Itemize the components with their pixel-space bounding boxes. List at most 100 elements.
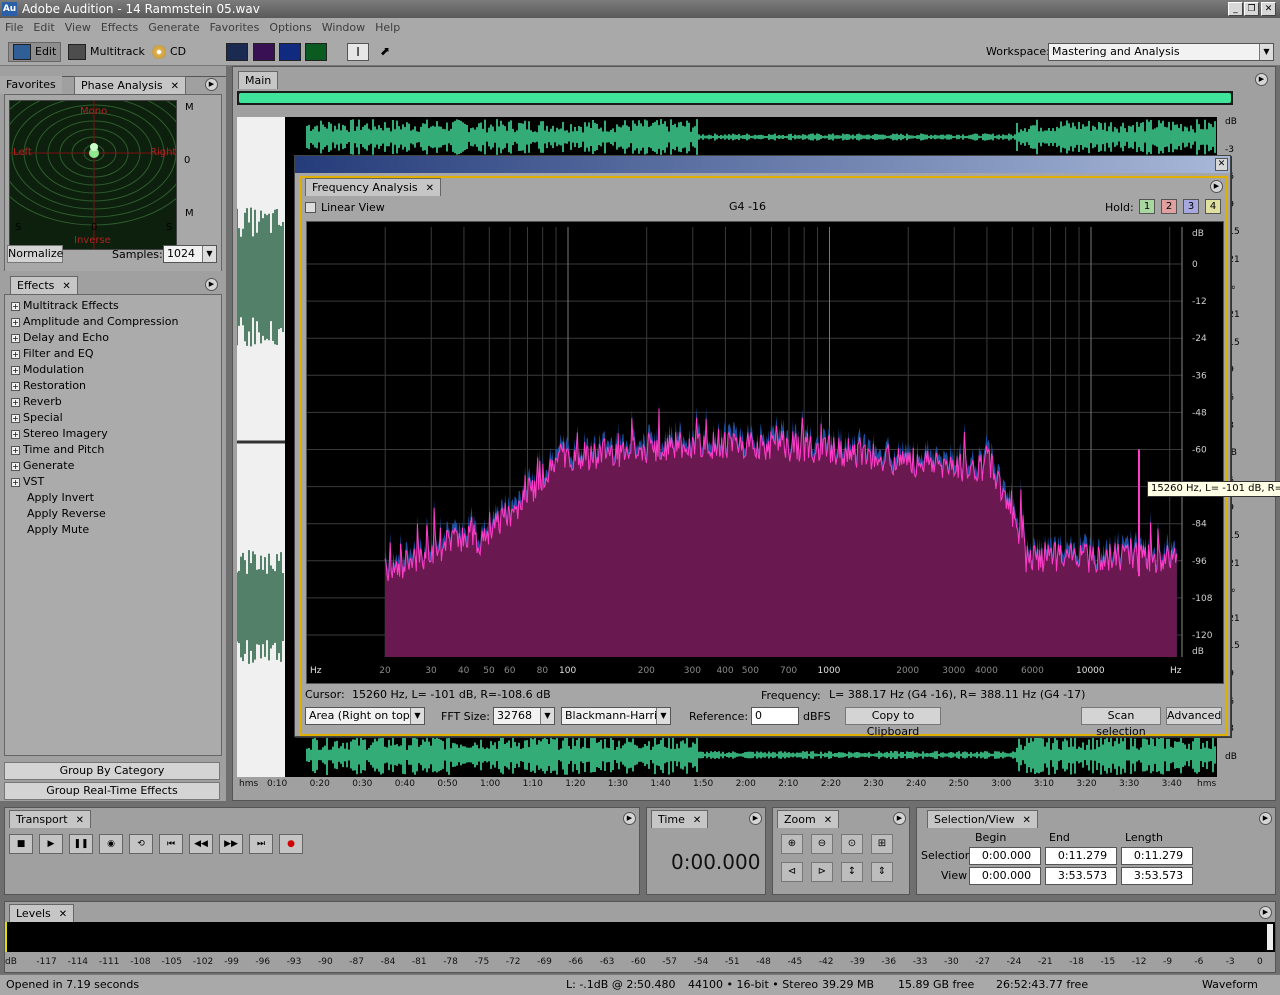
effects-group[interactable]: + Generate (5, 458, 221, 474)
zoom-out-vertical-icon[interactable]: ⇕ (871, 862, 893, 882)
normalize-button[interactable]: Normalize (7, 245, 63, 263)
advanced-button[interactable]: Advanced (1166, 707, 1222, 725)
pause-button[interactable]: ❚❚ (69, 834, 93, 854)
expand-icon[interactable]: + (11, 333, 20, 343)
close-icon[interactable]: ✕ (824, 815, 832, 826)
menu-edit[interactable]: Edit (28, 18, 59, 37)
hold-4-button[interactable]: 4 (1205, 199, 1221, 214)
effects-group[interactable]: + Reverb (5, 394, 221, 410)
tab-favorites[interactable]: Favorites (0, 76, 62, 94)
selection-end-field[interactable]: 0:11.279 (1045, 847, 1117, 865)
close-icon[interactable]: ✕ (1023, 815, 1031, 826)
expand-icon[interactable]: + (11, 381, 20, 391)
effects-group[interactable]: + Time and Pitch (5, 442, 221, 458)
effects-item[interactable]: Apply Mute (27, 522, 221, 538)
record-button[interactable]: ● (279, 834, 303, 854)
close-icon[interactable]: ✕ (426, 183, 434, 194)
tab-frequency-analysis[interactable]: Frequency Analysis ✕ (305, 178, 442, 196)
expand-icon[interactable]: + (11, 477, 20, 487)
menu-file[interactable]: File (0, 18, 28, 37)
fast-forward-button[interactable]: ▶▶ (219, 834, 243, 854)
rewind-button[interactable]: ◀◀ (189, 834, 213, 854)
play-button[interactable]: ▶ (39, 834, 63, 854)
overview-bar[interactable] (237, 91, 1233, 105)
expand-icon[interactable]: + (11, 445, 20, 455)
hold-3-button[interactable]: 3 (1183, 199, 1199, 214)
hold-1-button[interactable]: 1 (1139, 199, 1155, 214)
multitrack-view-button[interactable]: Multitrack (64, 42, 149, 62)
tab-effects[interactable]: Effects ✕ (10, 276, 78, 294)
view-begin-field[interactable]: 0:00.000 (969, 867, 1041, 885)
overview-range[interactable] (239, 93, 1231, 103)
stop-button[interactable]: ■ (9, 834, 33, 854)
zoom-full-icon[interactable]: ⊞ (871, 834, 893, 854)
panel-menu-icon[interactable]: ▶ (749, 812, 762, 825)
zoom-out-horizontal-icon[interactable]: ⊖ (811, 834, 833, 854)
effects-item[interactable]: Apply Reverse (27, 506, 221, 522)
display-mode-select[interactable]: Area (Right on top) ▼ (305, 707, 425, 725)
go-to-start-button[interactable]: ⏮ (159, 834, 183, 854)
spectral-phase-icon[interactable] (305, 43, 327, 61)
menu-favorites[interactable]: Favorites (205, 18, 265, 37)
zoom-left-icon[interactable]: ⊲ (781, 862, 803, 882)
effects-group[interactable]: + Filter and EQ (5, 346, 221, 362)
expand-icon[interactable]: + (11, 301, 20, 311)
effects-group[interactable]: + Delay and Echo (5, 330, 221, 346)
time-selection-tool-icon[interactable]: I (347, 43, 369, 61)
zoom-to-selection-icon[interactable]: ⊙ (841, 834, 863, 854)
tab-transport[interactable]: Transport ✕ (9, 810, 92, 828)
frequency-window-titlebar[interactable] (295, 156, 1230, 173)
minimize-button[interactable]: _ (1228, 2, 1243, 16)
effects-group[interactable]: + Special (5, 410, 221, 426)
spectral-pan-icon[interactable] (279, 43, 301, 61)
play-to-end-button[interactable]: ◉ (99, 834, 123, 854)
hold-2-button[interactable]: 2 (1161, 199, 1177, 214)
restore-button[interactable]: ❐ (1244, 2, 1259, 16)
menu-options[interactable]: Options (264, 18, 316, 37)
spectrum-graph[interactable]: dB0-12-24-36-48-60-72-84-96-108-120dBHz2… (306, 221, 1224, 684)
window-function-select[interactable]: Blackmann-Harris ▼ (561, 707, 671, 725)
loop-button[interactable]: ⟲ (129, 834, 153, 854)
expand-icon[interactable]: + (11, 317, 20, 327)
effects-item[interactable]: Apply Invert (27, 490, 221, 506)
effects-group[interactable]: + Restoration (5, 378, 221, 394)
effects-group[interactable]: + Multitrack Effects (5, 298, 221, 314)
panel-menu-icon[interactable]: ▶ (1255, 73, 1268, 86)
waveform-display-icon[interactable] (226, 43, 248, 61)
spectral-display-icon[interactable] (253, 43, 275, 61)
expand-icon[interactable]: + (11, 349, 20, 359)
copy-to-clipboard-button[interactable]: Copy to Clipboard (845, 707, 941, 738)
zoom-in-horizontal-icon[interactable]: ⊕ (781, 834, 803, 854)
edit-view-button[interactable]: Edit (8, 42, 62, 62)
effects-group[interactable]: + Amplitude and Compression (5, 314, 221, 330)
close-icon[interactable]: ✕ (59, 909, 67, 920)
samples-select[interactable]: 1024 ▼ (163, 245, 217, 263)
close-icon[interactable]: ✕ (693, 815, 701, 826)
panel-menu-icon[interactable]: ▶ (205, 78, 218, 91)
scan-selection-button[interactable]: Scan selection (1081, 707, 1161, 738)
tab-levels[interactable]: Levels ✕ (9, 904, 75, 922)
zoom-right-icon[interactable]: ⊳ (811, 862, 833, 882)
reference-input[interactable]: 0 (751, 707, 799, 725)
view-end-field[interactable]: 3:53.573 (1045, 867, 1117, 885)
group-by-category-button[interactable]: Group By Category (4, 762, 220, 780)
close-window-button[interactable]: ✕ (1261, 2, 1276, 16)
tab-time[interactable]: Time ✕ (651, 810, 709, 828)
menu-view[interactable]: View (60, 18, 96, 37)
group-realtime-effects-button[interactable]: Group Real-Time Effects (4, 782, 220, 800)
effects-group[interactable]: + Modulation (5, 362, 221, 378)
tab-selection-view[interactable]: Selection/View ✕ (927, 810, 1038, 828)
close-icon[interactable]: ✕ (76, 815, 84, 826)
view-length-field[interactable]: 3:53.573 (1121, 867, 1193, 885)
menu-generate[interactable]: Generate (143, 18, 204, 37)
panel-menu-icon[interactable]: ▶ (893, 812, 906, 825)
close-icon[interactable]: ✕ (1215, 158, 1228, 171)
tab-zoom[interactable]: Zoom ✕ (777, 810, 840, 828)
tab-main[interactable]: Main (238, 71, 279, 89)
cd-view-button[interactable]: CD (148, 42, 190, 62)
panel-menu-icon[interactable]: ▶ (623, 812, 636, 825)
menu-window[interactable]: Window (317, 18, 370, 37)
fft-size-select[interactable]: 32768 ▼ (493, 707, 555, 725)
expand-icon[interactable]: + (11, 429, 20, 439)
effects-group[interactable]: + VST (5, 474, 221, 490)
